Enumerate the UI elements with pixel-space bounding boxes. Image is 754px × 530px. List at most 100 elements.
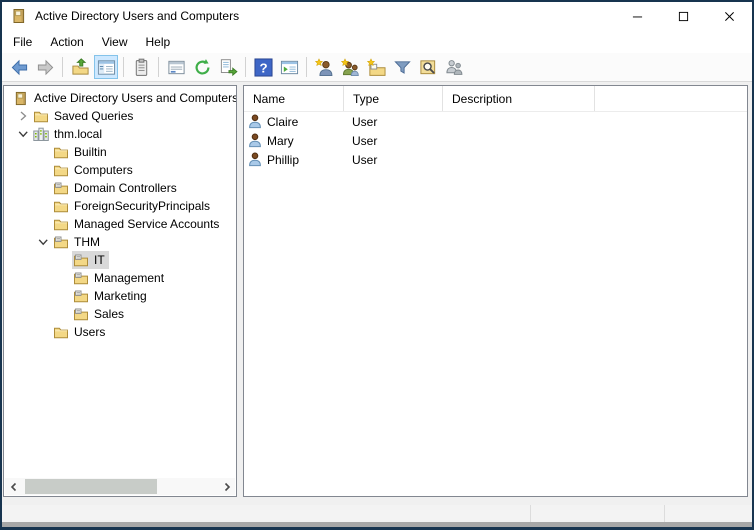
toolbar-separator xyxy=(245,57,246,77)
tree-item-thm[interactable]: THM xyxy=(4,233,236,251)
toolbar-separator xyxy=(158,57,159,77)
tree-item-content: Builtin xyxy=(52,143,111,161)
window-title: Active Directory Users and Computers xyxy=(35,9,240,23)
ou-icon xyxy=(73,253,89,268)
tree-item-label: Saved Queries xyxy=(54,109,134,123)
maximize-button[interactable] xyxy=(660,2,706,30)
tree-item-foreignsecurityprincipals[interactable]: ForeignSecurityPrincipals xyxy=(4,197,236,215)
list-row-claire[interactable]: Claire User xyxy=(244,112,747,131)
menu-help[interactable]: Help xyxy=(137,32,180,52)
chevron-expanded-icon[interactable] xyxy=(13,127,32,141)
chevron-collapsed-icon[interactable] xyxy=(13,109,32,123)
close-button[interactable] xyxy=(706,2,752,30)
tree-item-users[interactable]: Users xyxy=(4,323,236,341)
export-list-button[interactable] xyxy=(216,55,240,79)
ou-icon xyxy=(53,235,69,250)
folder-icon xyxy=(53,217,69,232)
menu-view[interactable]: View xyxy=(93,32,137,52)
tree-item-label: Management xyxy=(94,271,165,285)
tree-item-content: Marketing xyxy=(72,287,151,305)
group-properties-button[interactable] xyxy=(442,55,466,79)
tree-item-domain-controllers[interactable]: Domain Controllers xyxy=(4,179,236,197)
aduc-icon xyxy=(11,8,27,24)
list-row-phillip[interactable]: Phillip User xyxy=(244,150,747,169)
tree-item-computers[interactable]: Computers xyxy=(4,161,236,179)
up-level-button[interactable] xyxy=(68,55,92,79)
list-cell-type: User xyxy=(352,114,378,129)
ou-icon xyxy=(73,307,89,322)
scroll-right-button[interactable] xyxy=(218,478,235,495)
find-icon xyxy=(419,58,438,77)
tree-item-content: IT xyxy=(72,251,109,269)
tree-item-label: Builtin xyxy=(74,145,107,159)
new-ou-button[interactable] xyxy=(364,55,388,79)
list-body: Claire User Mary User Phillip User xyxy=(244,112,747,169)
tree-item-management[interactable]: Management xyxy=(4,269,236,287)
column-header-name[interactable]: Name xyxy=(244,86,344,111)
tree-item-thm-local[interactable]: thm.local xyxy=(4,125,236,143)
tree-item-managed-service-accounts[interactable]: Managed Service Accounts xyxy=(4,215,236,233)
tree-item-label: Users xyxy=(74,325,106,339)
list-row-mary[interactable]: Mary User xyxy=(244,131,747,150)
list-item-name: Mary xyxy=(267,133,294,148)
column-header-label: Name xyxy=(253,91,286,106)
column-header-description[interactable]: Description xyxy=(443,86,595,111)
folder-icon xyxy=(53,145,69,160)
properties-window-button[interactable] xyxy=(164,55,188,79)
back-icon xyxy=(10,58,29,77)
toolbar: ? xyxy=(2,53,752,82)
user-icon xyxy=(248,114,262,129)
new-user-button[interactable] xyxy=(312,55,336,79)
column-header-type[interactable]: Type xyxy=(344,86,443,111)
tree-item-content: Computers xyxy=(52,161,137,179)
scrollbar-thumb[interactable] xyxy=(25,479,157,494)
tree-item-label: ForeignSecurityPrincipals xyxy=(74,199,211,213)
tree-item-label: Managed Service Accounts xyxy=(74,217,220,231)
tree-item-marketing[interactable]: Marketing xyxy=(4,287,236,305)
minimize-button[interactable] xyxy=(614,2,660,30)
menu-action[interactable]: Action xyxy=(41,32,92,52)
filter-button[interactable] xyxy=(390,55,414,79)
properties-window-icon xyxy=(167,58,186,77)
tree-item-sales[interactable]: Sales xyxy=(4,305,236,323)
clipboard-button[interactable] xyxy=(129,55,153,79)
ou-icon xyxy=(53,181,69,196)
folder-icon xyxy=(53,199,69,214)
scroll-left-button[interactable] xyxy=(5,478,22,495)
folder-icon xyxy=(53,325,69,340)
find-button[interactable] xyxy=(416,55,440,79)
chevron-expanded-icon[interactable] xyxy=(33,235,52,249)
tree-item-label: Domain Controllers xyxy=(74,181,177,195)
titlebar: Active Directory Users and Computers xyxy=(2,2,752,30)
group-properties-icon xyxy=(445,58,464,77)
console-tree-button[interactable] xyxy=(94,55,118,79)
new-group-button[interactable] xyxy=(338,55,362,79)
help-button[interactable]: ? xyxy=(251,55,275,79)
tree-item-saved-queries[interactable]: Saved Queries xyxy=(4,107,236,125)
menubar: File Action View Help xyxy=(2,30,752,53)
maximize-icon xyxy=(678,11,689,22)
tree-item-builtin[interactable]: Builtin xyxy=(4,143,236,161)
tree-item-active-directory-users-and-computers[interactable]: Active Directory Users and Computers [ xyxy=(4,89,236,107)
action-pane-button[interactable] xyxy=(277,55,301,79)
tree-item-label: Active Directory Users and Computers [ xyxy=(34,91,237,105)
aduc-icon xyxy=(13,91,29,106)
forward-button[interactable] xyxy=(33,55,57,79)
menu-file[interactable]: File xyxy=(4,32,41,52)
tree-item-content: Managed Service Accounts xyxy=(52,215,223,233)
tree-item-content: ForeignSecurityPrincipals xyxy=(52,197,214,215)
folder-icon xyxy=(53,163,69,178)
back-button[interactable] xyxy=(7,55,31,79)
tree-item-it[interactable]: IT xyxy=(4,251,236,269)
user-icon xyxy=(248,133,262,148)
refresh-button[interactable] xyxy=(190,55,214,79)
ou-icon xyxy=(73,271,89,286)
forward-icon xyxy=(36,58,55,77)
tree-horizontal-scrollbar[interactable] xyxy=(5,478,235,495)
